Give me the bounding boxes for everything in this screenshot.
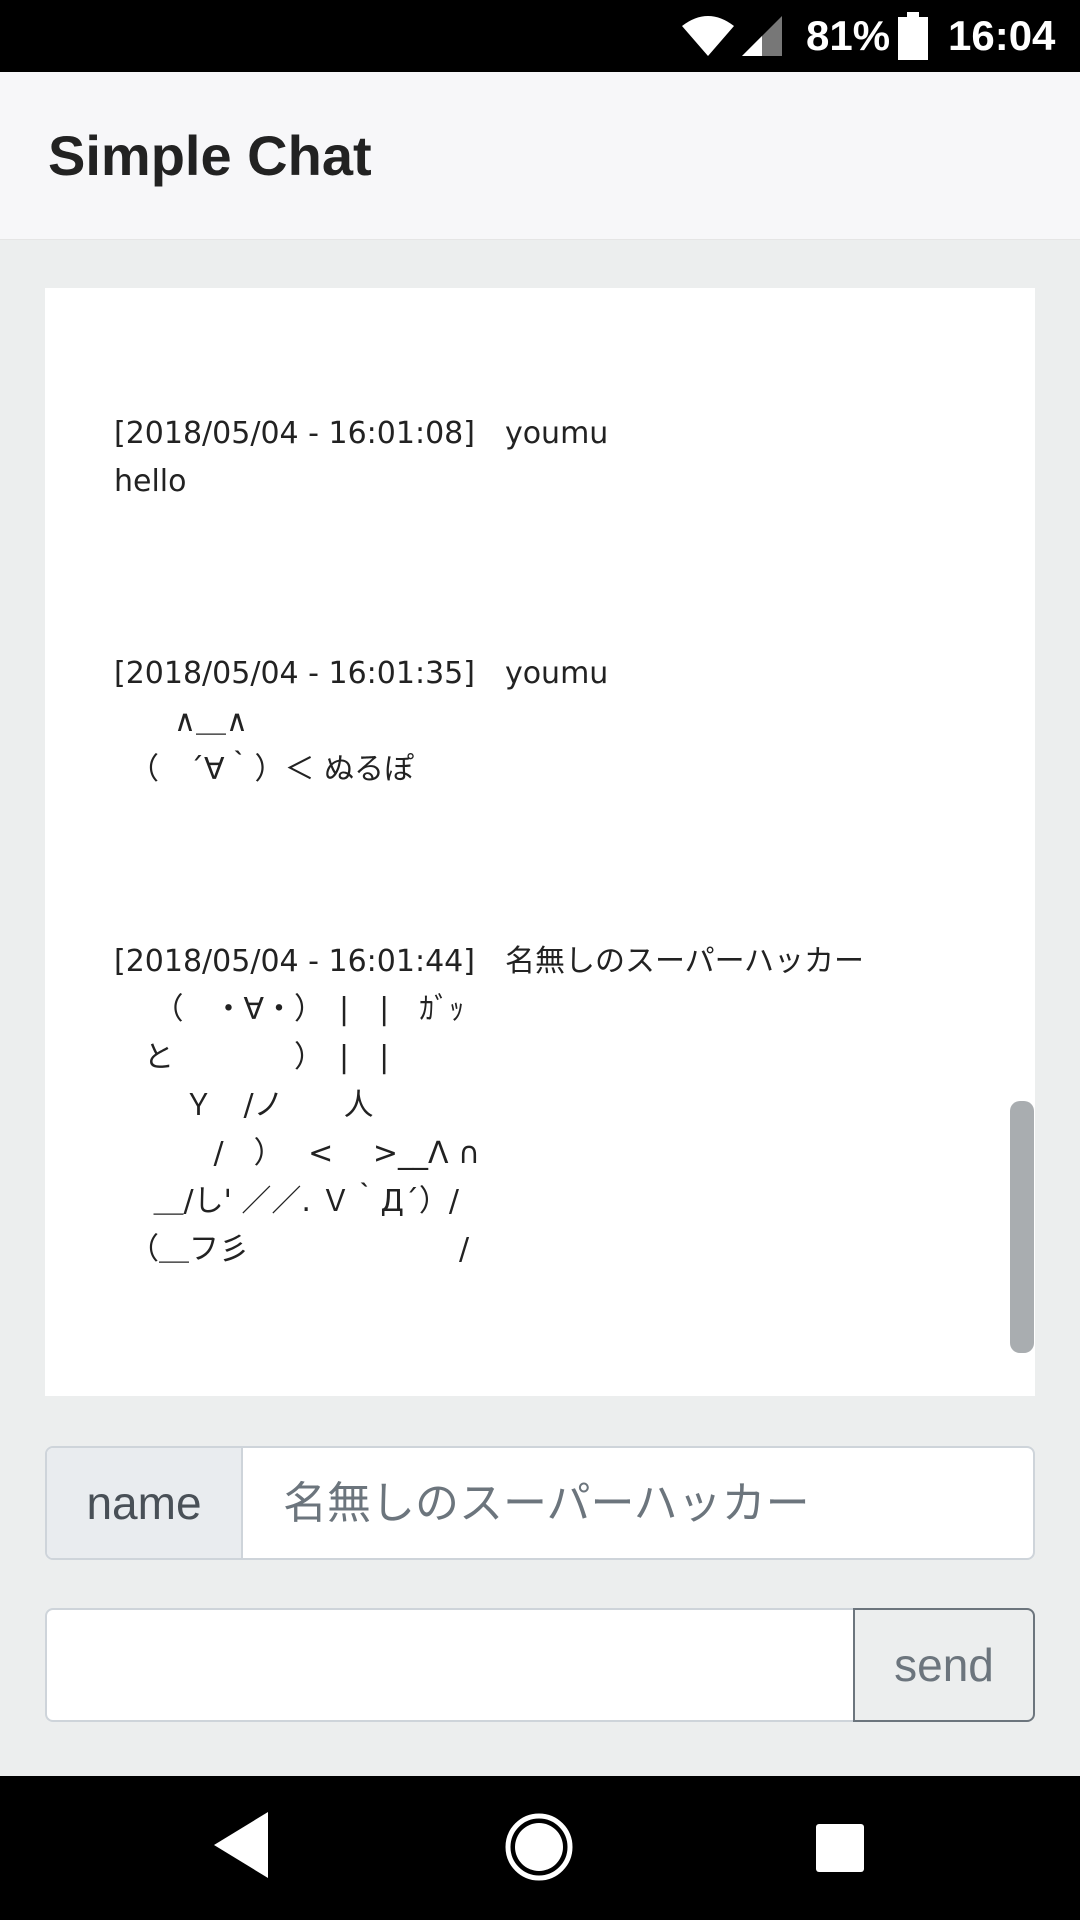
page-title: Simple Chat bbox=[48, 124, 372, 187]
message-input[interactable] bbox=[45, 1608, 853, 1722]
wifi-icon bbox=[682, 16, 734, 56]
message-meta: [2018/05/04 - 16:01:35] youmu bbox=[114, 656, 609, 691]
app-header: Simple Chat bbox=[0, 72, 1080, 240]
name-label: name bbox=[47, 1448, 243, 1558]
status-bar: 81% 16:04 bbox=[0, 0, 1080, 72]
back-icon[interactable] bbox=[214, 1812, 268, 1878]
name-input-group: name bbox=[45, 1446, 1035, 1560]
recent-apps-icon[interactable] bbox=[816, 1824, 864, 1872]
navigation-bar bbox=[0, 1776, 1080, 1920]
battery-icon bbox=[898, 12, 928, 60]
chat-message: [2018/05/04 - 16:01:08] youmu hello bbox=[114, 410, 608, 506]
message-body: ∧＿∧ （ ´∀｀）＜ ぬるぽ bbox=[143, 704, 415, 787]
chat-message: [2018/05/04 - 16:01:44] 名無しのスーパーハッカー （ ・… bbox=[114, 938, 864, 1274]
name-input[interactable] bbox=[245, 1448, 1033, 1558]
send-button[interactable]: send bbox=[853, 1608, 1035, 1722]
message-body: （ ・∀・） | | ｶﾞｯ と ） | | Ｙ /ノ 人 / ） < >__Λ… bbox=[143, 992, 481, 1267]
chat-message: [2018/05/04 - 16:01:35] youmu ∧＿∧ （ ´∀｀）… bbox=[114, 650, 608, 794]
scrollbar-thumb[interactable] bbox=[1010, 1101, 1034, 1353]
chat-log[interactable]: [2018/05/04 - 16:01:08] youmu hello [201… bbox=[45, 288, 1035, 1396]
clock: 16:04 bbox=[948, 12, 1056, 59]
battery-percent: 81% bbox=[806, 12, 891, 59]
message-meta: [2018/05/04 - 16:01:44] 名無しのスーパーハッカー bbox=[114, 944, 865, 979]
message-body: hello bbox=[114, 464, 187, 499]
home-icon[interactable] bbox=[504, 1812, 574, 1882]
cell-signal-icon bbox=[742, 16, 782, 56]
message-meta: [2018/05/04 - 16:01:08] youmu bbox=[114, 416, 609, 451]
